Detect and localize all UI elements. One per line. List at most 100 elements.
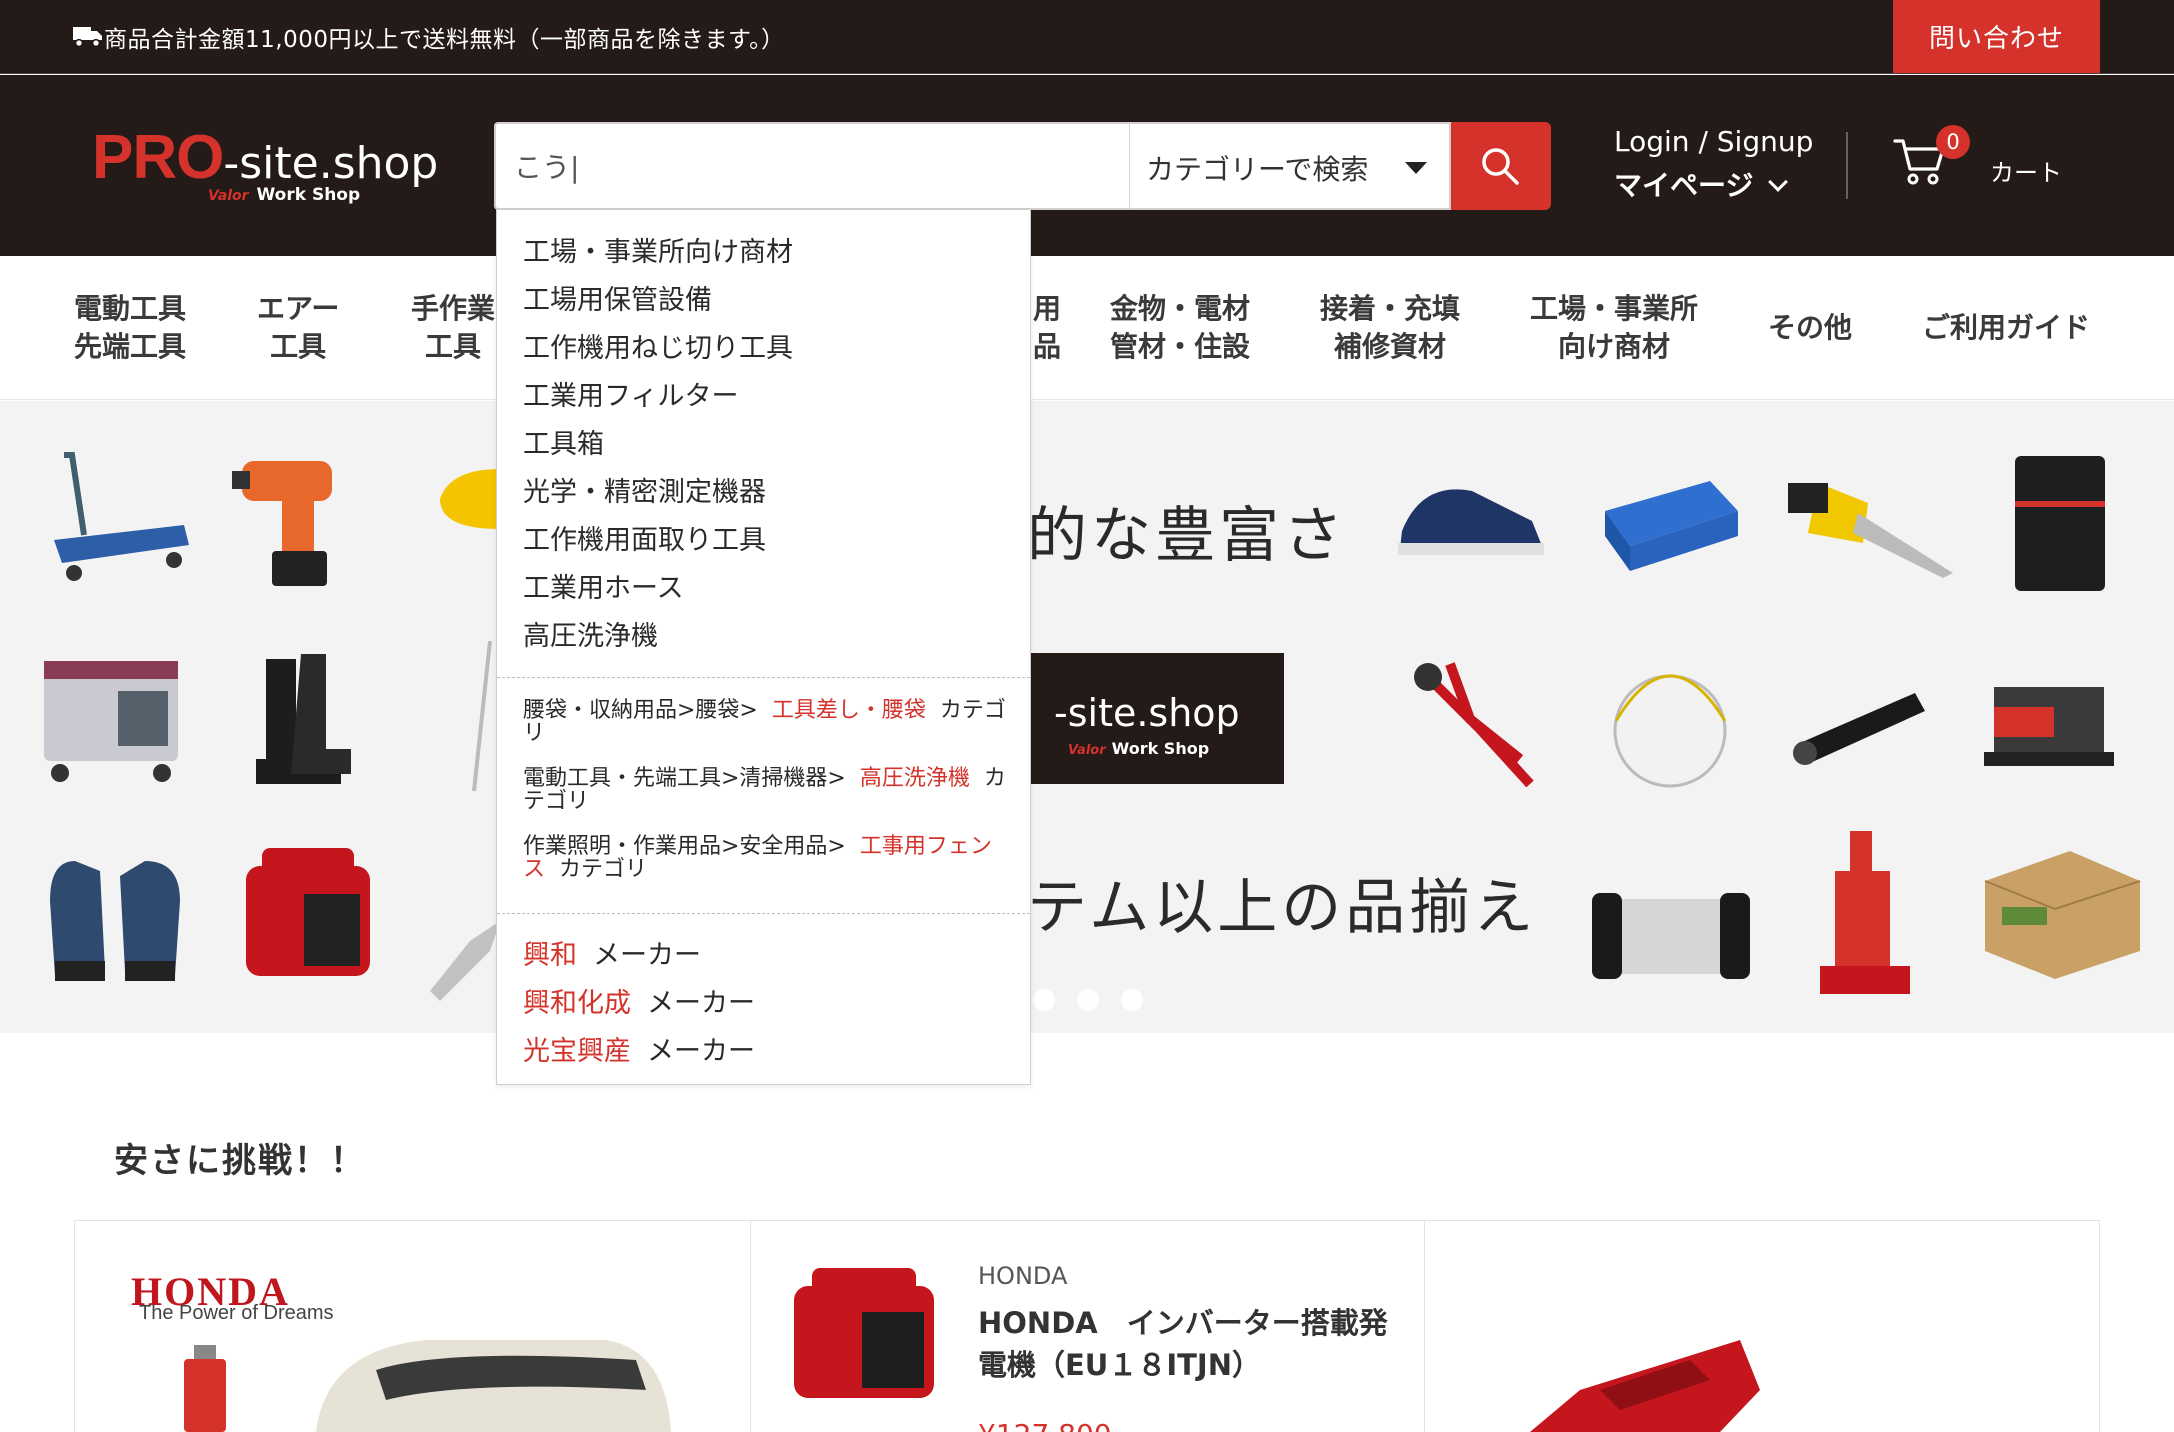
suggestion-item[interactable]: 工具箱 — [523, 422, 604, 461]
helmet-image — [440, 469, 500, 529]
slide-dot-2[interactable] — [1077, 989, 1099, 1011]
maker-suggestion[interactable]: 光宝興産 メーカー — [523, 1029, 755, 1068]
search-icon — [1482, 148, 1519, 185]
maker-suggestion[interactable]: 興和 メーカー — [523, 933, 701, 972]
maker-suffix: メーカー — [647, 988, 755, 1019]
slide-dot-3[interactable] — [1121, 989, 1143, 1011]
maker-name: 興和化成 — [523, 988, 631, 1019]
hero-logo: -site.shop Valor Work Shop — [1028, 653, 1284, 784]
product-brand: HONDA — [978, 1262, 1068, 1290]
dust-mask-image — [1613, 674, 1727, 788]
category-suffix: カテゴリ — [559, 857, 648, 882]
boots-image — [256, 654, 351, 784]
mypage-link[interactable]: マイページ — [1614, 169, 1753, 202]
site-header: PRO-site.shop Valor Work Shop カテゴリーで検索 Lo… — [0, 75, 2174, 256]
contact-button[interactable]: 問い合わせ — [1893, 0, 2100, 73]
header-divider — [1846, 132, 1848, 199]
cordless-drill-image — [232, 461, 332, 586]
caret-down-icon — [1405, 162, 1427, 174]
suggestion-item[interactable]: 高圧洗浄機 — [523, 614, 658, 653]
maker-suffix: メーカー — [593, 940, 701, 971]
suggestion-item[interactable]: 工業用フィルター — [523, 374, 738, 413]
nav-item-hardware[interactable]: 金物・電材 管材・住設 — [1110, 290, 1250, 366]
category-path: 作業照明・作業用品>安全用品> — [523, 834, 846, 859]
product-name[interactable]: HONDA インバーター搭載発電機（EU１８ITJN） — [978, 1302, 1398, 1386]
logo-valor-text: Valor — [208, 188, 249, 204]
category-suggestion[interactable]: 腰袋・収納用品>腰袋> 工具差し・腰袋 カテゴリ — [523, 699, 1013, 745]
search-suggestions-dropdown: 工場・事業所向け商材 工場用保管設備 工作機用ねじ切り工具 工業用フィルター 工… — [496, 209, 1031, 1085]
rebar-cutter-image — [1984, 687, 2114, 766]
announcement-bar: 商品合計金額11,000円以上で送料無料（一部商品を除きます。） 問い合わせ — [0, 0, 2174, 74]
category-path: 電動工具・先端工具>清掃機器> — [523, 766, 846, 791]
logo-site-text: -site.shop — [223, 138, 439, 189]
suggestion-item[interactable]: 工作機用ねじ切り工具 — [523, 326, 793, 365]
shipping-notice: 商品合計金額11,000円以上で送料無料（一部商品を除きます。） — [104, 27, 785, 53]
hero-title-line2: テム以上の品揃え — [1027, 873, 1538, 943]
dropdown-divider — [497, 913, 1030, 914]
tool-pouch-image — [2015, 456, 2105, 591]
product-price: ¥127,800 — [978, 1418, 1112, 1432]
category-suggestion[interactable]: 電動工具・先端工具>清掃機器> 高圧洗浄機 カテゴリ — [523, 767, 1013, 813]
section-title: 安さに挑戦！！ — [114, 1141, 366, 1181]
suggestion-item[interactable]: 工業用ホース — [523, 566, 684, 605]
honda-generator-image — [316, 1340, 671, 1432]
hero-logo-text: -site.shop — [1054, 691, 1240, 735]
hydraulic-jack-image — [1820, 831, 1910, 994]
category-suggestion[interactable]: 作業照明・作業用品>安全用品> 工事用フェンス カテゴリ — [523, 835, 1013, 881]
nav-item-air-tools[interactable]: エアー 工具 — [257, 290, 339, 366]
slide-dot-1[interactable] — [1033, 989, 1055, 1011]
search-button[interactable] — [1451, 122, 1551, 210]
nav-item-hand-tools[interactable]: 手作業 工具 — [411, 290, 495, 366]
category-select[interactable]: カテゴリーで検索 — [1129, 122, 1451, 210]
generator-image — [44, 661, 178, 782]
nav-item-adhesives[interactable]: 接着・充填 補修資材 — [1320, 290, 1460, 366]
logo-workshop-text: Work Shop — [256, 185, 361, 205]
bolt-cutter-image — [1414, 662, 1534, 788]
honda-tagline: The Power of Dreams — [139, 1302, 334, 1324]
suggestion-item[interactable]: 工場用保管設備 — [523, 278, 712, 317]
multi-tool-image — [430, 921, 500, 1001]
nav-item-other[interactable]: その他 — [1768, 309, 1852, 347]
search-box[interactable] — [494, 122, 1131, 210]
site-logo[interactable]: PRO-site.shop Valor Work Shop — [92, 127, 462, 217]
work-gloves-image — [50, 861, 180, 981]
hero-logo-workshop: Work Shop — [1111, 739, 1210, 758]
flashlight-image — [1793, 693, 1925, 765]
category-select-label: カテゴリーで検索 — [1146, 153, 1369, 186]
search-input[interactable] — [514, 124, 1114, 208]
chainsaw-image — [1788, 483, 1953, 578]
nav-item-power-tools[interactable]: 電動工具 先端工具 — [74, 290, 186, 366]
truck-icon — [73, 27, 102, 48]
cart-count-badge: 0 — [1936, 125, 1970, 159]
maker-suggestion[interactable]: 興和化成 メーカー — [523, 981, 755, 1020]
card-divider — [1424, 1221, 1425, 1432]
card-divider — [750, 1221, 751, 1432]
toolbox-image — [1605, 481, 1738, 571]
category-match: 高圧洗浄機 — [859, 766, 970, 791]
maker-name: 光宝興産 — [523, 1036, 631, 1067]
account-menu[interactable]: Login / Signup マイページ — [1614, 125, 1813, 204]
cart-label[interactable]: カート — [1990, 153, 2062, 188]
chevron-down-icon — [1768, 172, 1789, 192]
hand-truck-image — [54, 452, 189, 581]
aluminum-case-image — [1592, 893, 1750, 979]
suggestion-item[interactable]: 光学・精密測定機器 — [523, 470, 766, 509]
login-signup-link[interactable]: Login / Signup — [1614, 125, 1813, 158]
nav-item-guide[interactable]: ご利用ガイド — [1922, 309, 2090, 347]
safety-shoe-image — [1398, 489, 1544, 555]
suggestion-item[interactable]: 工場・事業所向け商材 — [523, 230, 793, 269]
inverter-generator-image — [246, 848, 370, 976]
hero-logo-valor: Valor — [1068, 743, 1106, 758]
product-thumbnail-generator[interactable] — [790, 1264, 938, 1406]
red-toolbox-image — [1530, 1340, 1760, 1432]
category-nav: 電動工具 先端工具 エアー 工具 手作業 工具 用 品 金物・電材 管材・住設 … — [0, 256, 2174, 400]
hero-banner[interactable]: 的な豊富さ -site.shop Valor Work Shop テム以上の品揃え — [0, 401, 2174, 1033]
hero-title-line1: 的な豊富さ — [1027, 501, 1347, 571]
nav-item-supplies[interactable]: 用 品 — [1033, 290, 1061, 366]
category-match: 工具差し・腰袋 — [771, 698, 926, 723]
suggestion-item[interactable]: 工作機用面取り工具 — [523, 518, 766, 557]
logo-subtitle: Valor Work Shop — [208, 185, 360, 205]
nav-item-factory[interactable]: 工場・事業所 向け商材 — [1530, 290, 1698, 366]
dropdown-divider — [497, 677, 1030, 678]
maker-name: 興和 — [523, 940, 577, 971]
